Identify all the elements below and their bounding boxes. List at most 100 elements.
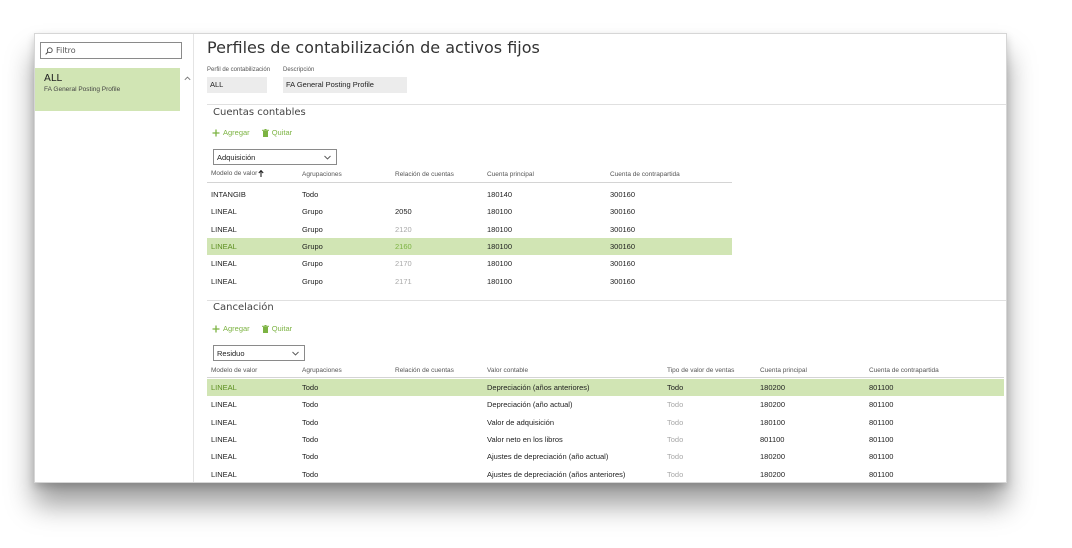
posting-profile-label: Perfil de contabilización (207, 67, 271, 73)
section-title-disposal: Cancelación (213, 302, 274, 313)
column-header-groupings[interactable]: Agrupaciones (302, 367, 342, 374)
table-cell: 180100 (487, 241, 513, 251)
column-header-account-relation[interactable]: Relación de cuentas (395, 367, 454, 374)
posting-profile-field[interactable]: ALL (207, 77, 267, 93)
filter-box[interactable] (40, 42, 182, 59)
table-cell: Todo (667, 434, 684, 444)
column-header-main-account[interactable]: Cuenta principal (487, 171, 534, 178)
column-header-account-relation[interactable]: Relación de cuentas (395, 171, 454, 178)
trash-icon (261, 324, 269, 333)
table-cell: 180100 (487, 276, 513, 286)
table-row[interactable]: LINEAL Todo Ajustes de depreciación (año a… (207, 448, 1004, 465)
app-window: ALL FA General Posting Profile Perfiles … (34, 33, 1007, 483)
table-cell: Todo (667, 417, 684, 427)
disposal-type-dropdown[interactable]: Residuo (213, 345, 305, 361)
table-cell: LINEAL (211, 469, 237, 479)
accounts-toolbar: Agregar Quitar (212, 128, 304, 137)
table-cell: LINEAL (211, 241, 237, 251)
section-divider (207, 104, 1006, 105)
table-cell: 180100 (487, 224, 513, 234)
table-cell: 300160 (610, 190, 636, 199)
table-row[interactable]: LINEAL Todo Depreciación (año actual) Todo 1… (207, 396, 1004, 413)
table-cell: LINEAL (211, 400, 237, 410)
column-header-book-value[interactable]: Valor contable (487, 367, 528, 374)
table-cell: 180200 (760, 469, 786, 479)
table-cell: 801100 (760, 434, 785, 444)
list-item-code: ALL (44, 73, 62, 84)
table-cell: 801100 (869, 434, 894, 444)
table-cell: LINEAL (211, 224, 237, 234)
table-cell: 180100 (487, 207, 513, 217)
column-header-sales-value-type[interactable]: Tipo de valor de ventas (667, 367, 734, 374)
table-cell: 801100 (869, 383, 894, 392)
table-cell: 2050 (395, 207, 412, 217)
table-cell: 180200 (760, 400, 786, 410)
table-cell: 180140 (487, 190, 513, 199)
table-cell: Todo (302, 469, 319, 479)
column-header-main-account[interactable]: Cuenta principal (760, 367, 807, 374)
table-cell: Todo (302, 400, 319, 410)
table-cell: 300160 (610, 276, 636, 286)
table-cell: Todo (302, 417, 319, 427)
table-cell: Grupo (302, 276, 323, 286)
table-cell: 300160 (610, 241, 636, 251)
column-header-offset-account[interactable]: Cuenta de contrapartida (610, 171, 680, 178)
chevron-up-icon[interactable] (183, 74, 192, 83)
table-row[interactable]: LINEAL Grupo 2160 180100 300160 (207, 237, 732, 255)
trash-icon (261, 128, 269, 137)
header-divider (207, 182, 732, 183)
detail-pane: Perfiles de contabilización de activos f… (207, 34, 1006, 483)
column-header-groupings[interactable]: Agrupaciones (302, 171, 342, 178)
table-row[interactable]: LINEAL Grupo 2171 180100 300160 (207, 273, 732, 290)
table-cell: Grupo (302, 241, 323, 251)
add-button[interactable]: Agregar (212, 128, 250, 137)
add-button-label: Agregar (223, 324, 250, 333)
table-row[interactable]: LINEAL Todo Valor neto en los libros Todo 80… (207, 431, 1004, 448)
table-cell: 801100 (869, 417, 894, 427)
table-row[interactable]: LINEAL Grupo 2120 180100 300160 (207, 221, 732, 238)
table-cell: Grupo (302, 259, 323, 269)
list-item[interactable]: ALL FA General Posting Profile (35, 68, 180, 111)
table-cell: 2170 (395, 259, 412, 269)
chevron-down-icon (292, 351, 299, 356)
disposal-toolbar: Agregar Quitar (212, 324, 304, 333)
table-cell: Todo (667, 383, 684, 392)
table-cell: 180200 (760, 383, 786, 392)
search-icon (45, 46, 53, 55)
table-cell: 300160 (610, 224, 636, 234)
table-row[interactable]: INTANGIB Todo 180140 300160 (207, 186, 732, 203)
table-row[interactable]: LINEAL Todo Depreciación (años anteriores)… (207, 379, 1004, 396)
section-title-accounts: Cuentas contables (213, 107, 306, 118)
remove-button[interactable]: Quitar (261, 324, 292, 333)
column-header-value-model[interactable]: Modelo de valor (211, 367, 257, 374)
table-cell: LINEAL (211, 434, 237, 444)
table-row[interactable]: LINEAL Grupo 2050 180100 300160 (207, 203, 732, 220)
table-row[interactable]: LINEAL Todo Valor de adquisición Todo 180100… (207, 414, 1004, 431)
table-cell: Valor neto en los libros (487, 434, 563, 444)
table-cell: Todo (302, 434, 319, 444)
remove-button-label: Quitar (271, 128, 293, 137)
table-cell: Depreciación (año actual) (487, 400, 573, 410)
table-cell: INTANGIB (211, 190, 246, 199)
column-header-offset-account[interactable]: Cuenta de contrapartida (869, 367, 939, 374)
table-cell: Ajustes de depreciación (año actual) (487, 452, 609, 462)
transaction-type-dropdown[interactable]: Adquisición (213, 149, 337, 165)
description-field[interactable]: FA General Posting Profile (283, 77, 407, 93)
table-cell: Todo (667, 452, 684, 462)
table-cell: 2160 (395, 241, 412, 251)
table-row[interactable]: LINEAL Todo Ajustes de depreciación (años … (207, 466, 1004, 483)
table-row[interactable]: LINEAL Grupo 2170 180100 300160 (207, 255, 732, 272)
dropdown-value: Adquisición (217, 153, 256, 162)
add-icon (212, 129, 220, 136)
table-cell: 180100 (760, 417, 786, 427)
table-cell: Todo (302, 383, 319, 392)
column-header-value-model[interactable]: Modelo de valor (211, 170, 264, 177)
add-button[interactable]: Agregar (212, 324, 250, 333)
table-cell: 801100 (869, 400, 894, 410)
filter-input[interactable] (56, 46, 176, 55)
table-cell: Todo (302, 452, 319, 462)
table-cell: Todo (667, 400, 684, 410)
remove-button[interactable]: Quitar (261, 128, 293, 137)
table-cell: 300160 (610, 207, 636, 217)
table-cell: Grupo (302, 207, 323, 217)
